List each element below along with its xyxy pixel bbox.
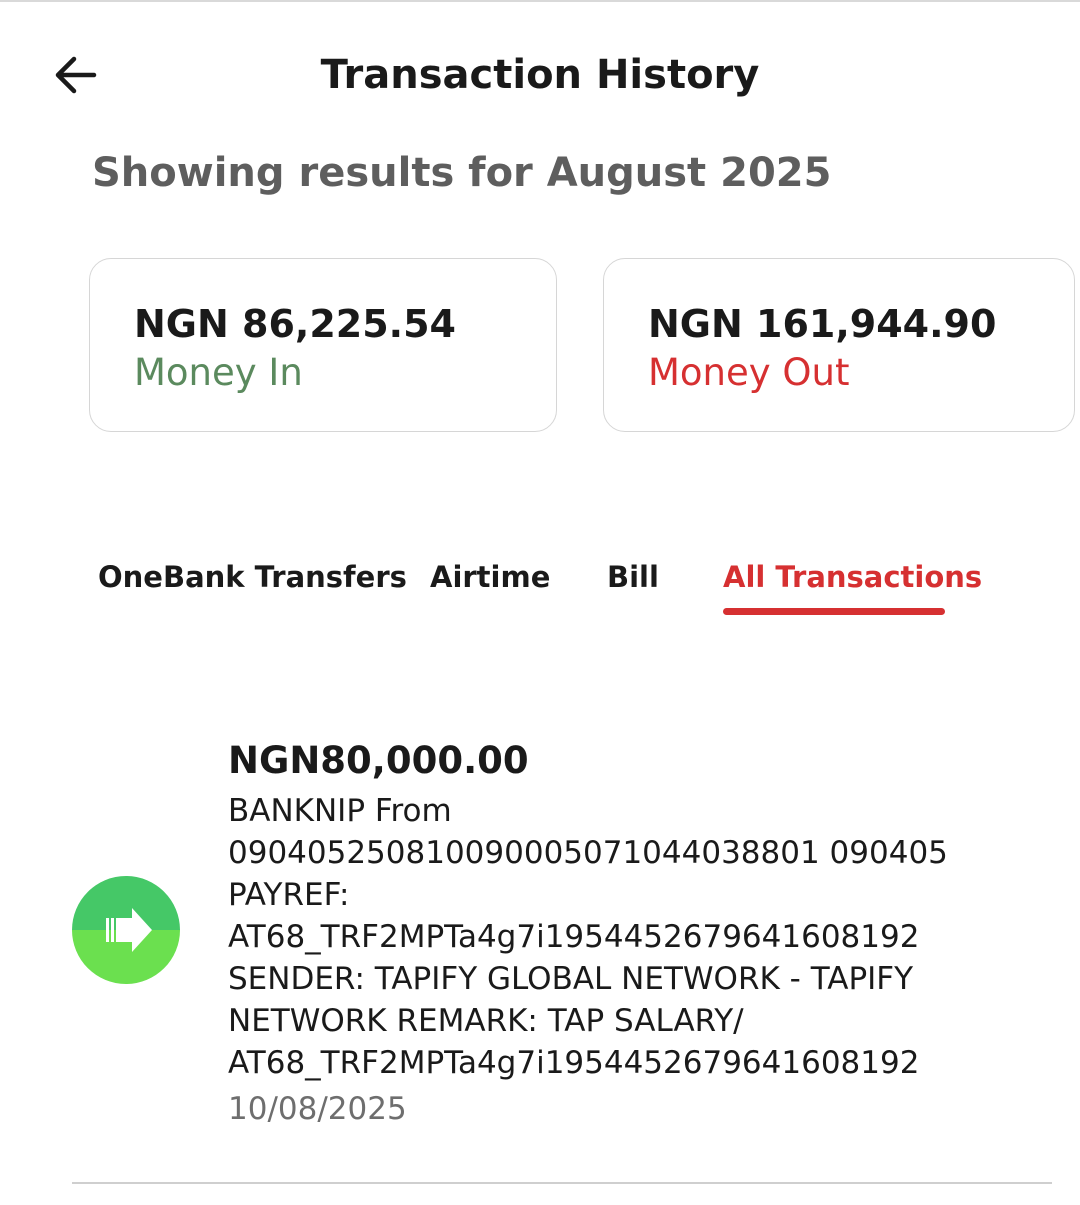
transaction-date: 10/08/2025: [228, 1091, 407, 1127]
description-line: AT68_TRF2MPTa4g7i1954452679641608192: [228, 1045, 920, 1081]
description-line: BANKNIP From: [228, 793, 452, 829]
description-line: AT68_TRF2MPTa4g7i1954452679641608192: [228, 919, 920, 955]
transaction-description: BANKNIP From 090405250810090005071044038…: [228, 790, 1028, 1084]
description-line: NETWORK REMARK: TAP SALARY/: [228, 1003, 744, 1039]
money-in-card: NGN 86,225.54 Money In: [89, 258, 557, 432]
money-out-card: NGN 161,944.90 Money Out: [603, 258, 1075, 432]
tab-airtime[interactable]: Airtime: [430, 556, 550, 598]
description-line: PAYREF:: [228, 877, 350, 913]
tab-all-transactions[interactable]: All Transactions: [723, 556, 982, 598]
tab-bill[interactable]: Bill: [607, 556, 659, 598]
results-period-caption: Showing results for August 2025: [92, 150, 832, 196]
incoming-arrow-icon: [72, 876, 180, 984]
list-divider: [72, 1182, 1052, 1184]
money-out-label: Money Out: [648, 351, 850, 394]
active-tab-indicator: [723, 608, 945, 615]
description-line: 090405250810090005071044038801 090405: [228, 835, 948, 871]
top-divider: [0, 0, 1080, 2]
money-in-label: Money In: [134, 351, 303, 394]
money-out-amount: NGN 161,944.90: [648, 302, 997, 346]
transaction-list-item[interactable]: NGN80,000.00 BANKNIP From 09040525081009…: [0, 730, 1080, 1185]
description-line: SENDER: TAPIFY GLOBAL NETWORK - TAPIFY: [228, 961, 914, 997]
transaction-amount: NGN80,000.00: [228, 739, 529, 782]
page-title: Transaction History: [320, 52, 760, 98]
money-in-amount: NGN 86,225.54: [134, 302, 456, 346]
tab-onebank-transfers[interactable]: OneBank Transfers: [98, 556, 407, 598]
